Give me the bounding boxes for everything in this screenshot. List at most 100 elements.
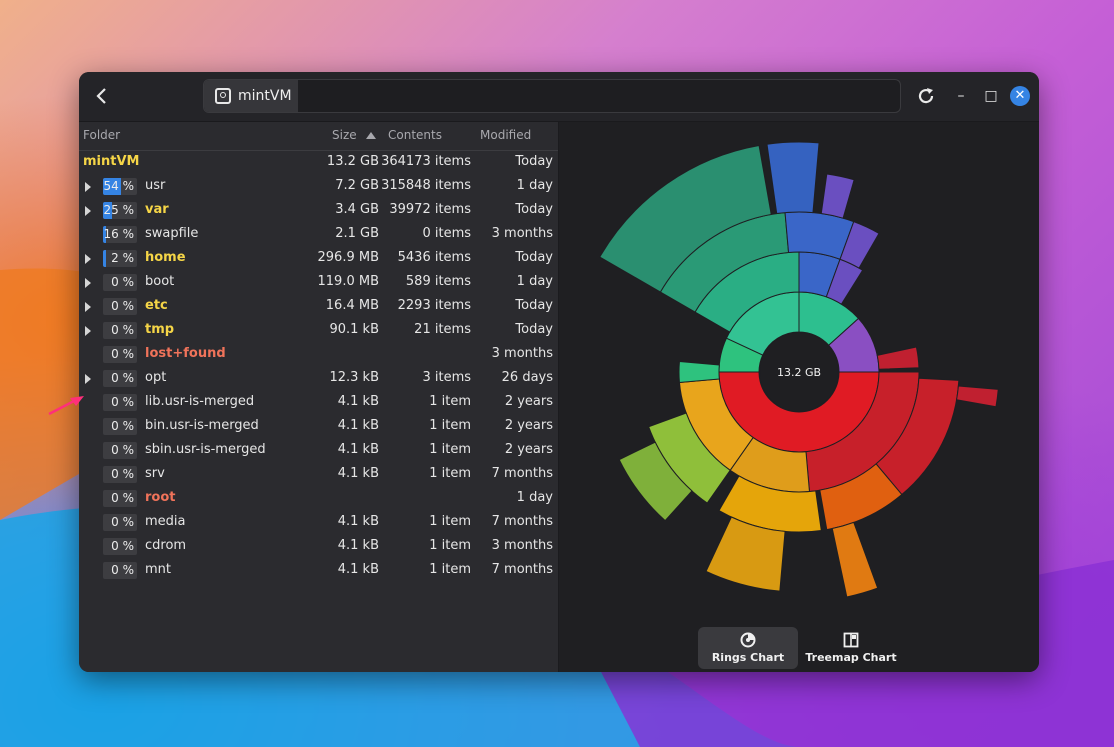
row-contents: 1 item [429,514,471,529]
ring-segment-green-a[interactable] [678,360,720,384]
rings-chart[interactable]: 13.2 GB [559,122,1039,622]
ring-segment-far-purple[interactable] [820,173,855,219]
minimize-button[interactable]: – [951,86,971,106]
table-row[interactable]: 0 % tmp 90.1 kB 21 items Today [79,319,558,343]
table-row[interactable]: 0 % lib.usr-is-merged 4.1 kB 1 item 2 years [79,391,558,415]
rings-chart-label: Rings Chart [711,651,785,664]
row-name: home [145,250,186,265]
expander-icon[interactable] [85,278,91,288]
reload-button[interactable] [914,84,938,108]
disk-usage-window: mintVM – □ ✕ Folder Size Contents Modifi… [79,72,1039,672]
row-modified: 7 months [491,514,553,529]
row-contents: 39972 items [389,202,471,217]
row-modified: 7 months [491,466,553,481]
percent-label: 0 % [111,491,134,505]
expander-icon[interactable] [85,302,91,312]
column-size[interactable]: Size [332,128,357,142]
row-name: usr [145,178,166,193]
row-contents: 1 item [429,562,471,577]
back-button[interactable] [89,83,115,109]
percent-label: 2 % [111,251,134,265]
back-arrow-icon [96,88,106,104]
maximize-button[interactable]: □ [981,86,1001,106]
row-contents: 1 item [429,394,471,409]
table-row[interactable]: 0 % etc 16.4 MB 2293 items Today [79,295,558,319]
table-row[interactable]: 2 % home 296.9 MB 5436 items Today [79,247,558,271]
table-row[interactable]: 16 % swapfile 2.1 GB 0 items 3 months [79,223,558,247]
percent-badge: 0 % [103,514,137,531]
table-row-root[interactable]: mintVM 13.2 GB 364173 items Today [79,151,558,175]
row-contents: 589 items [405,274,471,289]
expander-icon[interactable] [85,182,91,192]
row-contents: 1 item [429,538,471,553]
percent-badge: 0 % [103,418,137,435]
row-modified: 3 months [491,538,553,553]
row-modified: 2 years [504,442,553,457]
table-row[interactable]: 54 % usr 7.2 GB 315848 items 1 day [79,175,558,199]
row-name: var [145,202,169,217]
percent-badge: 0 % [103,346,137,363]
path-button-mintvm[interactable]: mintVM [204,80,298,112]
table-row[interactable]: 0 % root 1 day [79,487,558,511]
rings-chart-button[interactable]: Rings Chart [698,627,798,669]
row-contents: 2293 items [397,298,471,313]
expander-icon[interactable] [85,254,91,264]
treemap-chart-icon [843,632,859,648]
expander-icon[interactable] [85,206,91,216]
percent-badge: 2 % [103,250,137,267]
row-modified: 2 years [504,394,553,409]
row-name: root [145,490,176,505]
row-modified: Today [515,154,553,169]
table-row[interactable]: 0 % boot 119.0 MB 589 items 1 day [79,271,558,295]
row-contents: 1 item [429,466,471,481]
row-size: 4.1 kB [337,466,379,481]
row-contents: 21 items [414,322,471,337]
treemap-chart-button[interactable]: Treemap Chart [801,627,901,669]
row-contents: 1 item [429,418,471,433]
row-name: bin.usr-is-merged [145,418,259,433]
column-contents[interactable]: Contents [388,128,442,142]
percent-label: 0 % [111,395,134,409]
percent-badge: 0 % [103,370,137,387]
ring-segment-far-orange[interactable] [831,521,879,598]
row-name: srv [145,466,165,481]
row-modified: 1 day [516,274,553,289]
percent-label: 0 % [111,467,134,481]
row-modified: 7 months [491,562,553,577]
table-row[interactable]: 0 % mnt 4.1 kB 1 item 7 months [79,559,558,583]
percent-label: 0 % [111,347,134,361]
folder-list-panel: Folder Size Contents Modified mintVM 13.… [79,122,559,672]
treemap-chart-label: Treemap Chart [805,651,897,664]
table-row[interactable]: 25 % var 3.4 GB 39972 items Today [79,199,558,223]
row-modified: Today [515,250,553,265]
percent-label: 0 % [111,515,134,529]
ring-segment-far-blue[interactable] [766,141,820,215]
column-folder[interactable]: Folder [83,128,120,142]
ring-segment-red-a[interactable] [876,346,920,370]
row-size: 4.1 kB [337,514,379,529]
percent-label: 0 % [111,275,134,289]
percent-badge: 54 % [103,178,137,195]
rings-chart-icon [740,632,756,648]
table-row[interactable]: 0 % bin.usr-is-merged 4.1 kB 1 item 2 years [79,415,558,439]
ring-segment-far-red[interactable] [955,385,999,408]
percent-label: 0 % [111,443,134,457]
table-row[interactable]: 0 % srv 4.1 kB 1 item 7 months [79,463,558,487]
expander-icon[interactable] [85,374,91,384]
percent-badge: 0 % [103,442,137,459]
percent-label: 0 % [111,539,134,553]
expander-icon[interactable] [85,326,91,336]
table-row[interactable]: 0 % opt 12.3 kB 3 items 26 days [79,367,558,391]
table-row[interactable]: 0 % sbin.usr-is-merged 4.1 kB 1 item 2 years [79,439,558,463]
table-row[interactable]: 0 % cdrom 4.1 kB 1 item 3 months [79,535,558,559]
table-row[interactable]: 0 % media 4.1 kB 1 item 7 months [79,511,558,535]
table-row[interactable]: 0 % lost+found 3 months [79,343,558,367]
column-modified[interactable]: Modified [480,128,531,142]
row-name: sbin.usr-is-merged [145,442,266,457]
row-modified: 3 months [491,346,553,361]
root-name: mintVM [83,154,140,169]
close-button[interactable]: ✕ [1010,86,1030,106]
percent-badge: 0 % [103,466,137,483]
row-name: lost+found [145,346,226,361]
drive-icon [215,88,231,104]
